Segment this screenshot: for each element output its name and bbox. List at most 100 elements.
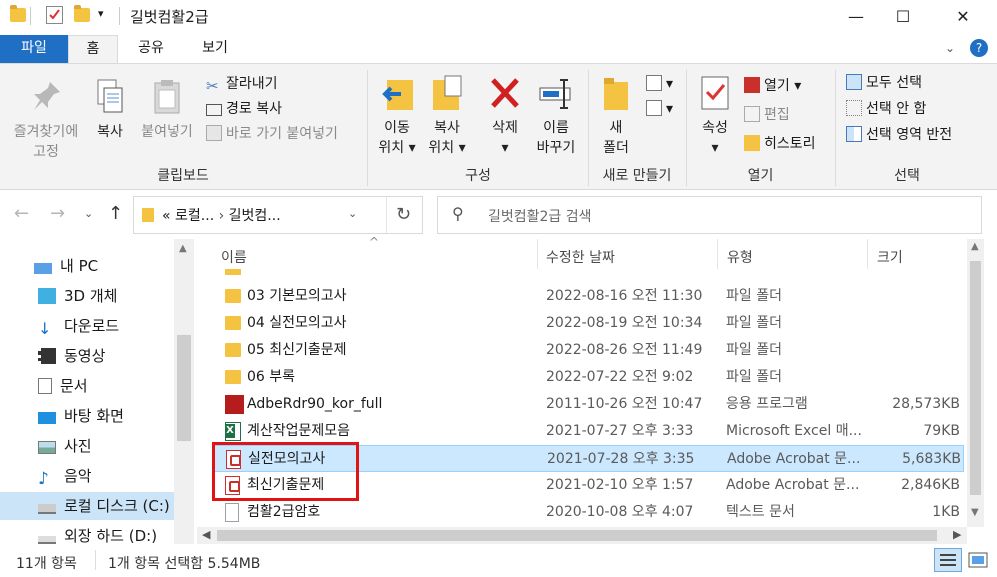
- paste-button[interactable]: 붙여넣기: [134, 78, 200, 142]
- table-row[interactable]: 05 최신기출문제 2022-08-26 오전 11:49 파일 폴더: [213, 337, 964, 364]
- column-header-name[interactable]: 이름: [221, 247, 247, 267]
- scroll-thumb[interactable]: [970, 261, 981, 495]
- nav-item-3d-objects[interactable]: 3D 개체: [38, 282, 117, 310]
- table-row[interactable]: 04 실전모의고사 2022-08-19 오전 10:34 파일 폴더: [213, 310, 964, 337]
- tab-home[interactable]: 홈: [68, 35, 118, 63]
- copy-to-button[interactable]: 복사 위치 ▾: [424, 74, 470, 158]
- breadcrumb-item-current[interactable]: 길벗컴...: [229, 208, 281, 224]
- close-button[interactable]: ✕: [940, 0, 986, 33]
- new-item-button[interactable]: ▾: [646, 73, 673, 95]
- edit-button[interactable]: 편집: [744, 104, 790, 126]
- column-header-date[interactable]: 수정한 날짜: [546, 247, 615, 267]
- breadcrumb-item-local[interactable]: 로컬...: [175, 208, 214, 224]
- tab-file[interactable]: 파일: [0, 35, 68, 63]
- scroll-left-icon[interactable]: ◀: [202, 528, 210, 541]
- nav-item-local-disk[interactable]: 로컬 디스크 (C:): [0, 492, 174, 520]
- select-none-button[interactable]: 선택 안 함: [846, 98, 926, 120]
- invert-selection-button[interactable]: 선택 영역 반전: [846, 124, 952, 146]
- maximize-button[interactable]: ☐: [880, 0, 926, 33]
- open-group-label: 열기: [747, 168, 774, 184]
- rename-button[interactable]: 이름 바꾸기: [530, 74, 582, 158]
- breadcrumb-overflow[interactable]: «: [162, 208, 171, 224]
- nav-item-desktop[interactable]: 바탕 화면: [38, 402, 124, 430]
- easy-access-button[interactable]: ▾: [646, 98, 673, 120]
- cut-button[interactable]: ✂ 잘라내기: [206, 73, 278, 95]
- move-to-label-2: 위치 ▾: [378, 140, 416, 156]
- new-folder-button[interactable]: 새 폴더: [596, 74, 636, 158]
- chevron-down-icon[interactable]: ⌄: [348, 207, 357, 220]
- nav-item-pictures[interactable]: 사진: [38, 432, 92, 460]
- file-type: 파일 폴더: [726, 369, 782, 385]
- folder-icon: [225, 269, 241, 275]
- tab-share[interactable]: 공유: [126, 35, 176, 63]
- table-row[interactable]: 계산작업문제모음 2021-07-27 오후 3:33 Microsoft Ex…: [213, 418, 964, 445]
- chevron-right-icon[interactable]: ›: [219, 208, 229, 224]
- file-type: Adobe Acrobat 문...: [727, 451, 861, 467]
- table-row[interactable]: AdbeRdr90_kor_full 2011-10-26 오전 10:47 응…: [213, 391, 964, 418]
- table-row[interactable]: 06 부록 2022-07-22 오전 9:02 파일 폴더: [213, 364, 964, 391]
- folder-icon: [225, 316, 241, 330]
- nav-item-videos[interactable]: 동영상: [38, 342, 105, 370]
- copy-button[interactable]: 복사: [88, 78, 132, 142]
- tab-view[interactable]: 보기: [190, 35, 240, 63]
- new-folder-quick-icon[interactable]: [74, 5, 90, 22]
- up-arrow-icon[interactable]: ↑: [108, 203, 123, 224]
- minimize-button[interactable]: —: [833, 0, 879, 33]
- scroll-up-icon[interactable]: ▲: [971, 241, 979, 252]
- scroll-down-icon[interactable]: ▼: [971, 507, 979, 518]
- chevron-down-icon[interactable]: ⌄: [945, 41, 955, 55]
- nav-label: 외장 하드 (D:): [64, 527, 158, 545]
- file-date: 2022-08-16 오전 11:30: [546, 288, 703, 304]
- paste-shortcut-icon: [206, 125, 222, 141]
- open-button[interactable]: 열기 ▾: [744, 75, 801, 97]
- edit-icon: [744, 106, 760, 122]
- file-list-vertical-scrollbar[interactable]: ▲ ▼: [967, 239, 984, 527]
- scroll-thumb[interactable]: [177, 335, 191, 441]
- scroll-up-icon[interactable]: ▲: [179, 243, 187, 254]
- forward-arrow-icon[interactable]: →: [50, 203, 65, 224]
- delete-button[interactable]: 삭제 ▾: [483, 74, 527, 158]
- history-button[interactable]: 히스토리: [744, 133, 816, 155]
- properties-quick-icon[interactable]: [46, 6, 63, 24]
- help-icon[interactable]: ?: [970, 39, 988, 57]
- table-row[interactable]: 컴활2급암호 2020-10-08 오후 4:07 텍스트 문서 1KB: [213, 499, 964, 526]
- scroll-right-icon[interactable]: ▶: [953, 528, 961, 541]
- column-divider[interactable]: [717, 239, 718, 269]
- refresh-icon[interactable]: ↻: [396, 204, 411, 225]
- nav-item-music[interactable]: ♪ 음악: [38, 462, 92, 490]
- computer-icon: [34, 263, 52, 274]
- file-list-horizontal-scrollbar[interactable]: ◀ ▶: [197, 527, 967, 544]
- column-header-size[interactable]: 크기: [877, 247, 903, 267]
- scroll-thumb[interactable]: [217, 530, 937, 541]
- column-divider[interactable]: [867, 239, 868, 269]
- file-size: 5,683KB: [902, 451, 961, 467]
- nav-pane-scrollbar[interactable]: ▲: [174, 239, 194, 544]
- table-row[interactable]: 03 기본모의고사 2022-08-16 오전 11:30 파일 폴더: [213, 283, 964, 310]
- move-to-button[interactable]: 이동 위치 ▾: [374, 74, 420, 158]
- paste-shortcut-button[interactable]: 바로 가기 붙여넣기: [206, 123, 338, 145]
- copy-icon: [92, 78, 128, 116]
- search-box[interactable]: ⚲ 길벗컴활2급 검색: [437, 196, 982, 234]
- large-icons-view-icon[interactable]: [966, 550, 990, 570]
- properties-button[interactable]: 속성 ▾: [692, 74, 738, 158]
- select-all-button[interactable]: 모두 선택: [846, 72, 922, 94]
- details-view-icon[interactable]: [934, 548, 962, 572]
- copy-path-button[interactable]: 경로 복사: [206, 98, 282, 120]
- search-input[interactable]: 길벗컴활2급 검색: [488, 206, 592, 226]
- new-folder-label: 새: [609, 120, 623, 136]
- move-to-label: 이동: [384, 120, 410, 136]
- file-name: AdbeRdr90_kor_full: [247, 396, 383, 412]
- file-date: 2020-10-08 오후 4:07: [546, 504, 694, 520]
- customize-quick-access-icon[interactable]: ▾: [98, 7, 104, 20]
- nav-item-this-pc[interactable]: 내 PC: [34, 252, 98, 280]
- drive-icon: [38, 536, 56, 544]
- column-divider[interactable]: [537, 239, 538, 269]
- file-name: 컴활2급암호: [247, 504, 321, 520]
- column-header-type[interactable]: 유형: [727, 247, 753, 267]
- back-arrow-icon[interactable]: ←: [14, 203, 29, 224]
- address-bar[interactable]: « 로컬... › 길벗컴... ⌄ ↻: [133, 196, 423, 234]
- pin-quick-access-button[interactable]: 즐겨찾기에 고정: [6, 78, 86, 162]
- nav-item-downloads[interactable]: ↓ 다운로드: [38, 312, 119, 340]
- recent-locations-icon[interactable]: ⌄: [84, 207, 93, 220]
- nav-item-documents[interactable]: 문서: [38, 372, 88, 400]
